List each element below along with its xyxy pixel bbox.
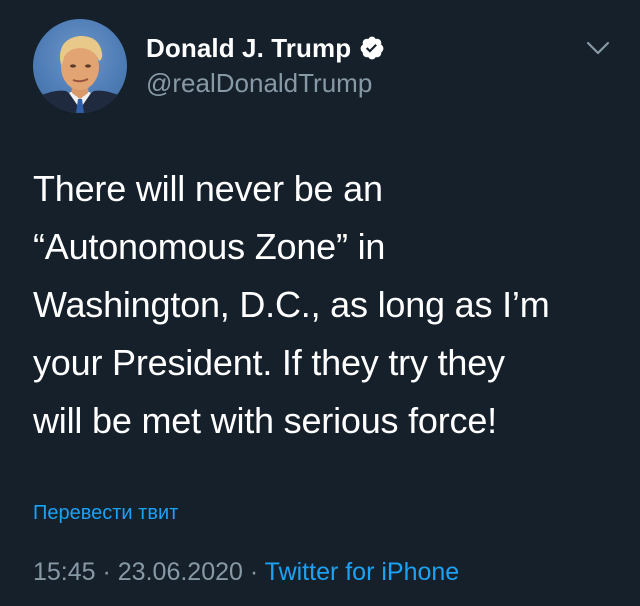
author-names: Donald J. Trump @realDonaldTrump [146, 30, 385, 99]
display-name[interactable]: Donald J. Trump [146, 33, 351, 64]
tweet-date[interactable]: 23.06.2020 [118, 558, 243, 586]
verified-badge-icon [359, 35, 385, 61]
profile-avatar[interactable] [33, 19, 127, 113]
tweet-text: There will never be an “Autonomous Zone”… [33, 168, 550, 441]
tweet: Donald J. Trump @realDonaldTrump There w… [0, 0, 640, 606]
author-handle[interactable]: @realDonaldTrump [146, 68, 385, 99]
meta-separator: · [242, 558, 265, 586]
translate-tweet-link[interactable]: Перевести твит [33, 502, 178, 525]
avatar-image [33, 35, 127, 113]
tweet-meta: 15:45 · 23.06.2020 · Twitter for iPhone [33, 558, 459, 587]
chevron-down-icon[interactable] [585, 38, 611, 58]
meta-separator: · [95, 558, 118, 586]
tweet-source[interactable]: Twitter for iPhone [265, 558, 460, 586]
display-name-row: Donald J. Trump [146, 30, 385, 66]
tweet-time[interactable]: 15:45 [33, 558, 96, 586]
